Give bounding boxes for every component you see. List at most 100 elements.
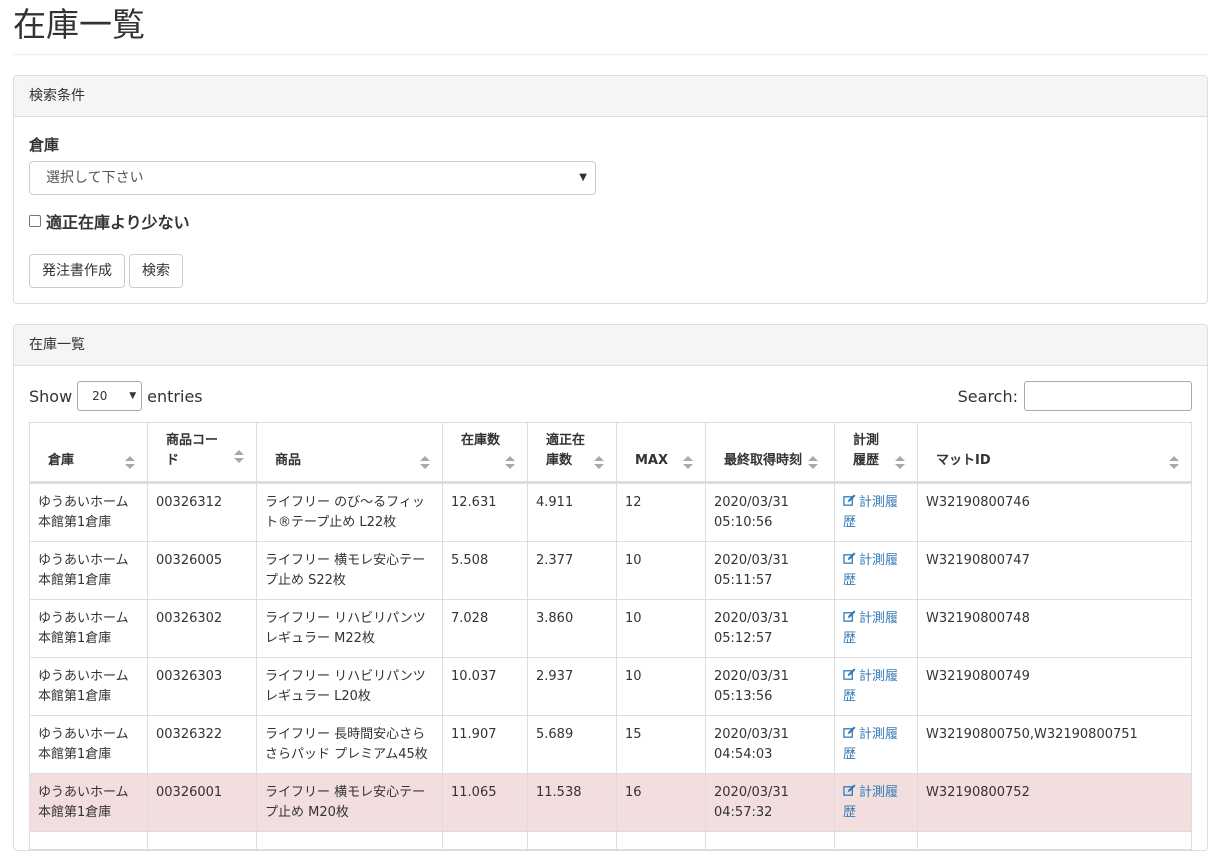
cell-max: 10 xyxy=(616,599,706,658)
cell-proper: 11.538 xyxy=(527,773,617,832)
cell-max: 16 xyxy=(616,773,706,832)
show-label: Show xyxy=(29,386,73,406)
cell-time: 05:10:56 xyxy=(714,515,773,530)
sort-icon xyxy=(683,456,693,469)
warehouse-select[interactable]: 選択して下さい ▼ xyxy=(29,161,596,195)
page-length-value: 20 xyxy=(92,389,108,403)
cell-warehouse: ゆうあいホーム本館第1倉庫 xyxy=(29,482,148,542)
cell-date: 2020/03/31 xyxy=(714,611,789,626)
history-link[interactable]: 計測履歴 xyxy=(843,726,898,762)
create-order-button[interactable]: 発注書作成 xyxy=(29,254,125,288)
cell-history: 計測履歴 xyxy=(834,715,918,774)
history-link[interactable]: 計測履歴 xyxy=(843,552,898,588)
page: 在庫一覧 検索条件 倉庫 選択して下さい ▼ 適正在庫より少ない 発注書作成 検… xyxy=(0,0,1227,851)
cell-time: 05:12:57 xyxy=(714,631,773,646)
cell-product: ライフリー リハビリパンツ レギュラー L20枚 xyxy=(256,657,443,716)
cell-history: 計測履歴 xyxy=(834,599,918,658)
column-header-last-fetched[interactable]: 最終取得時刻 xyxy=(705,422,835,484)
cell-proper: 4.911 xyxy=(527,482,617,542)
page-length-control: Show 20 ▼ entries xyxy=(29,381,203,411)
cell-warehouse xyxy=(29,831,148,850)
cell-time: 05:13:56 xyxy=(714,689,773,704)
search-label: Search: xyxy=(957,386,1018,406)
column-header-warehouse[interactable]: 倉庫 xyxy=(29,422,148,484)
cell-warehouse: ゆうあいホーム本館第1倉庫 xyxy=(29,657,148,716)
cell-stock xyxy=(442,831,528,850)
cell-history: 計測履歴 xyxy=(834,773,918,832)
cell-code: 00326001 xyxy=(147,773,257,832)
below-proper-stock-checkbox[interactable] xyxy=(29,215,41,227)
cell-proper: 5.689 xyxy=(527,715,617,774)
column-header-history[interactable]: 計測履歴 xyxy=(834,422,918,484)
table-row: ゆうあいホーム本館第1倉庫 00326005 ライフリー 横モレ安心テープ止め S2… xyxy=(29,541,1192,600)
table-row: ゆうあいホーム本館第1倉庫 00326303 ライフリー リハビリパンツ レギュラー… xyxy=(29,657,1192,716)
column-header-product[interactable]: 商品 xyxy=(256,422,443,484)
table-header-row: 倉庫 商品コード 商品 在庫数 適正在庫数 MAX 最終取得時刻 計測履歴 マッ… xyxy=(29,422,1192,484)
cell-stock: 12.631 xyxy=(442,482,528,542)
cell-date: 2020/03/31 xyxy=(714,669,789,684)
cell-mat-id: W32190800746 xyxy=(917,482,1192,542)
cell-date: 2020/03/31 xyxy=(714,495,789,510)
edit-icon xyxy=(843,494,856,506)
cell-mat-id: W32190800747 xyxy=(917,541,1192,600)
edit-icon xyxy=(843,668,856,680)
cell-proper xyxy=(527,831,617,850)
cell-time: 04:54:03 xyxy=(714,747,773,762)
search-panel: 検索条件 倉庫 選択して下さい ▼ 適正在庫より少ない 発注書作成 検索 xyxy=(13,75,1208,304)
cell-stock: 11.065 xyxy=(442,773,528,832)
search-panel-heading: 検索条件 xyxy=(14,76,1207,117)
table-row xyxy=(29,831,1192,850)
cell-history: 計測履歴 xyxy=(834,541,918,600)
sort-icon xyxy=(1169,456,1179,469)
cell-proper: 3.860 xyxy=(527,599,617,658)
cell-stock: 10.037 xyxy=(442,657,528,716)
cell-mat-id xyxy=(917,831,1192,850)
cell-warehouse: ゆうあいホーム本館第1倉庫 xyxy=(29,541,148,600)
cell-code: 00326302 xyxy=(147,599,257,658)
column-header-product-code[interactable]: 商品コード xyxy=(147,422,257,484)
cell-last-fetched: 2020/03/31 05:10:56 xyxy=(705,482,835,542)
inventory-panel: 在庫一覧 Show 20 ▼ entries Search: 倉庫 商品コード … xyxy=(13,324,1208,851)
history-link[interactable]: 計測履歴 xyxy=(843,784,898,820)
cell-proper: 2.377 xyxy=(527,541,617,600)
table-search: Search: xyxy=(958,381,1192,411)
below-proper-stock-label: 適正在庫より少ない xyxy=(46,213,190,232)
cell-mat-id: W32190800749 xyxy=(917,657,1192,716)
column-header-mat-id[interactable]: マットID xyxy=(917,422,1192,484)
search-input[interactable] xyxy=(1024,381,1192,411)
cell-last-fetched: 2020/03/31 05:12:57 xyxy=(705,599,835,658)
cell-code: 00326312 xyxy=(147,482,257,542)
sort-icon xyxy=(420,456,430,469)
cell-mat-id: W32190800748 xyxy=(917,599,1192,658)
cell-stock: 7.028 xyxy=(442,599,528,658)
warehouse-select-value: 選択して下さい xyxy=(46,170,144,186)
cell-product: ライフリー リハビリパンツ レギュラー M22枚 xyxy=(256,599,443,658)
column-header-stock[interactable]: 在庫数 xyxy=(442,422,528,484)
table-row: ゆうあいホーム本館第1倉庫 00326322 ライフリー 長時間安心さらさらパッド … xyxy=(29,715,1192,774)
cell-stock: 11.907 xyxy=(442,715,528,774)
sort-icon xyxy=(234,450,244,463)
cell-warehouse: ゆうあいホーム本館第1倉庫 xyxy=(29,599,148,658)
column-header-max[interactable]: MAX xyxy=(616,422,706,484)
history-link[interactable]: 計測履歴 xyxy=(843,610,898,646)
cell-time: 05:11:57 xyxy=(714,573,773,588)
history-link[interactable]: 計測履歴 xyxy=(843,668,898,704)
history-link[interactable]: 計測履歴 xyxy=(843,494,898,530)
cell-time: 04:57:32 xyxy=(714,805,773,820)
cell-stock: 5.508 xyxy=(442,541,528,600)
cell-max: 15 xyxy=(616,715,706,774)
cell-warehouse: ゆうあいホーム本館第1倉庫 xyxy=(29,715,148,774)
edit-icon xyxy=(843,784,856,796)
cell-proper: 2.937 xyxy=(527,657,617,716)
inventory-table: 倉庫 商品コード 商品 在庫数 適正在庫数 MAX 最終取得時刻 計測履歴 マッ… xyxy=(29,422,1192,850)
entries-label: entries xyxy=(147,386,203,406)
search-button[interactable]: 検索 xyxy=(129,254,183,288)
sort-icon xyxy=(505,456,515,469)
caret-down-icon: ▼ xyxy=(579,172,587,183)
cell-date: 2020/03/31 xyxy=(714,553,789,568)
cell-code: 00326322 xyxy=(147,715,257,774)
warehouse-label: 倉庫 xyxy=(29,136,60,154)
page-length-select[interactable]: 20 ▼ xyxy=(77,381,143,411)
cell-code: 00326303 xyxy=(147,657,257,716)
column-header-proper-stock[interactable]: 適正在庫数 xyxy=(527,422,617,484)
